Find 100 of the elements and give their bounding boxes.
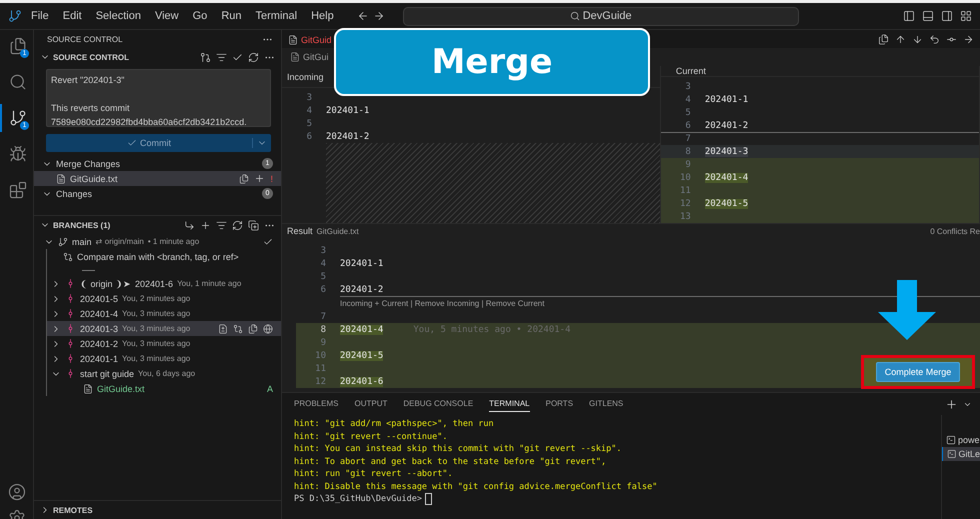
- check-icon[interactable]: [263, 236, 273, 246]
- pane-title: Incoming: [287, 72, 324, 82]
- source-control-icon[interactable]: [8, 109, 26, 127]
- line-number: 3: [320, 246, 327, 256]
- menu-item[interactable]: Run: [216, 10, 246, 22]
- menu-item[interactable]: View: [150, 10, 184, 22]
- menu-item[interactable]: Terminal: [250, 10, 302, 22]
- terminal-icon[interactable]: [947, 449, 956, 459]
- compare-icon[interactable]: [63, 252, 73, 262]
- panel-tab[interactable]: OUTPUT: [354, 396, 388, 412]
- menu-item[interactable]: Help: [306, 10, 339, 22]
- commit-item[interactable]: ❨ origin ❩➤ 202401-6 You, 1 minute ago: [47, 276, 281, 291]
- file-icon[interactable]: [56, 174, 66, 184]
- file-icon[interactable]: [290, 52, 300, 62]
- line-number: 4: [320, 258, 327, 268]
- complete-merge-button[interactable]: Complete Merge: [876, 362, 960, 382]
- line-number: 9: [320, 338, 327, 348]
- panel-tab[interactable]: GITLENS: [589, 396, 624, 412]
- commit-item[interactable]: 202401-3 You, 3 minutes ago: [47, 321, 281, 336]
- commit-item[interactable]: 202401-4 You, 3 minutes ago: [47, 306, 281, 321]
- section-title: REMOTES: [53, 506, 93, 514]
- panel-tab[interactable]: DEBUG CONSOLE: [403, 396, 474, 412]
- check-icon[interactable]: [127, 138, 137, 148]
- open-file-icon[interactable]: [239, 174, 250, 184]
- file-icon[interactable]: [83, 384, 93, 394]
- breadcrumb[interactable]: GitGui: [303, 52, 329, 62]
- line-number: 11: [678, 186, 692, 196]
- commit-message-field[interactable]: Revert "202401-3" This reverts commit 7589e080cd22982fbd4bba60a6cf2db3421b2ccd.: [46, 69, 271, 127]
- menu-item[interactable]: File: [26, 10, 54, 22]
- terminal-icon[interactable]: [946, 435, 956, 445]
- menu-item[interactable]: Edit: [58, 10, 87, 22]
- check-icon[interactable]: [232, 52, 243, 62]
- terminal-line: hint: Disable this message with "git config advice.mergeConflict false": [294, 480, 658, 493]
- pane-title: Current: [676, 66, 706, 76]
- commit-item[interactable]: 202401-5 You, 2 minutes ago: [47, 291, 281, 306]
- terminal-item[interactable]: GitLe: [942, 447, 980, 461]
- next-icon[interactable]: [912, 34, 923, 44]
- compare-item[interactable]: Compare main with <branch, tag, or ref>: [47, 249, 281, 264]
- add-icon[interactable]: [200, 220, 211, 230]
- file-name: GitGuide.txt: [316, 226, 359, 236]
- terminal-line: PS D:\35_GitHub\DevGuide>: [294, 493, 422, 506]
- secondary-sidebar-icon[interactable]: [941, 10, 953, 22]
- compare-icon[interactable]: [233, 324, 243, 334]
- panel-tab[interactable]: TERMINAL: [489, 396, 530, 412]
- branch-icon[interactable]: [58, 236, 68, 246]
- line-number: 3: [306, 92, 313, 102]
- add-icon[interactable]: [945, 398, 958, 410]
- line-number: 10: [314, 350, 327, 360]
- forward-icon[interactable]: [372, 10, 385, 22]
- line-number: 10: [678, 172, 692, 182]
- globe-icon[interactable]: [263, 324, 273, 334]
- forward-icon[interactable]: [963, 34, 974, 44]
- panel-tab[interactable]: PROBLEMS: [294, 396, 338, 412]
- previous-icon[interactable]: [895, 34, 906, 44]
- line-number: 3: [684, 82, 692, 92]
- stage-icon[interactable]: [254, 173, 266, 184]
- account-icon[interactable]: [8, 483, 26, 501]
- commit-item[interactable]: 202401-1 You, 3 minutes ago: [47, 351, 281, 366]
- line-number: 7: [684, 134, 692, 144]
- refresh-icon[interactable]: [248, 52, 259, 62]
- search-icon[interactable]: [570, 11, 580, 21]
- list-icon[interactable]: [216, 220, 227, 230]
- conflict-count: 0 Conflicts Re: [930, 226, 980, 236]
- line-number: 5: [320, 272, 327, 282]
- graph-icon[interactable]: [200, 52, 211, 62]
- menu-item[interactable]: Selection: [90, 10, 146, 22]
- bug-icon[interactable]: [8, 145, 26, 163]
- code-line: 202401-1: [340, 258, 384, 268]
- line-number: 8: [684, 146, 692, 156]
- line-number: 8: [320, 324, 327, 334]
- terminal-line: hint: "git revert --continue".: [294, 430, 448, 443]
- files-icon[interactable]: [8, 37, 26, 55]
- code-line: 202401-1: [326, 106, 370, 116]
- line-number: 4: [684, 94, 692, 104]
- file-icon[interactable]: [288, 34, 298, 44]
- commit-item[interactable]: start git guide You, 6 days ago: [47, 366, 281, 381]
- extensions-icon[interactable]: [8, 181, 26, 199]
- commit-button[interactable]: Commit: [46, 134, 271, 152]
- terminal-item[interactable]: powe: [942, 433, 980, 447]
- commit-file[interactable]: GitGuide.txt A: [47, 381, 281, 396]
- search-icon[interactable]: [8, 73, 26, 91]
- panel-tab[interactable]: PORTS: [546, 396, 574, 412]
- status-letter: !: [270, 174, 273, 184]
- branch-item[interactable]: main ⇄ origin/main • 1 minute ago: [34, 234, 281, 249]
- diff-icon[interactable]: [218, 324, 228, 334]
- pane-title: Result: [287, 226, 313, 236]
- layout-icon[interactable]: [960, 10, 972, 22]
- switch-icon[interactable]: [184, 220, 195, 230]
- open-file-icon[interactable]: [878, 34, 889, 44]
- search-field[interactable]: DevGuide: [402, 6, 799, 26]
- panel-toggle-icon[interactable]: [922, 10, 934, 22]
- menu-item[interactable]: Go: [188, 10, 212, 22]
- copy-icon[interactable]: [248, 324, 258, 334]
- list-icon[interactable]: [216, 52, 227, 62]
- cursor-icon: [424, 493, 432, 506]
- changed-file[interactable]: GitGuide.txt !: [34, 171, 281, 186]
- commit-item[interactable]: 202401-2 You, 3 minutes ago: [47, 336, 281, 351]
- sidebar-toggle-icon[interactable]: [903, 10, 915, 22]
- refresh-icon[interactable]: [232, 220, 243, 230]
- back-icon[interactable]: [356, 10, 369, 22]
